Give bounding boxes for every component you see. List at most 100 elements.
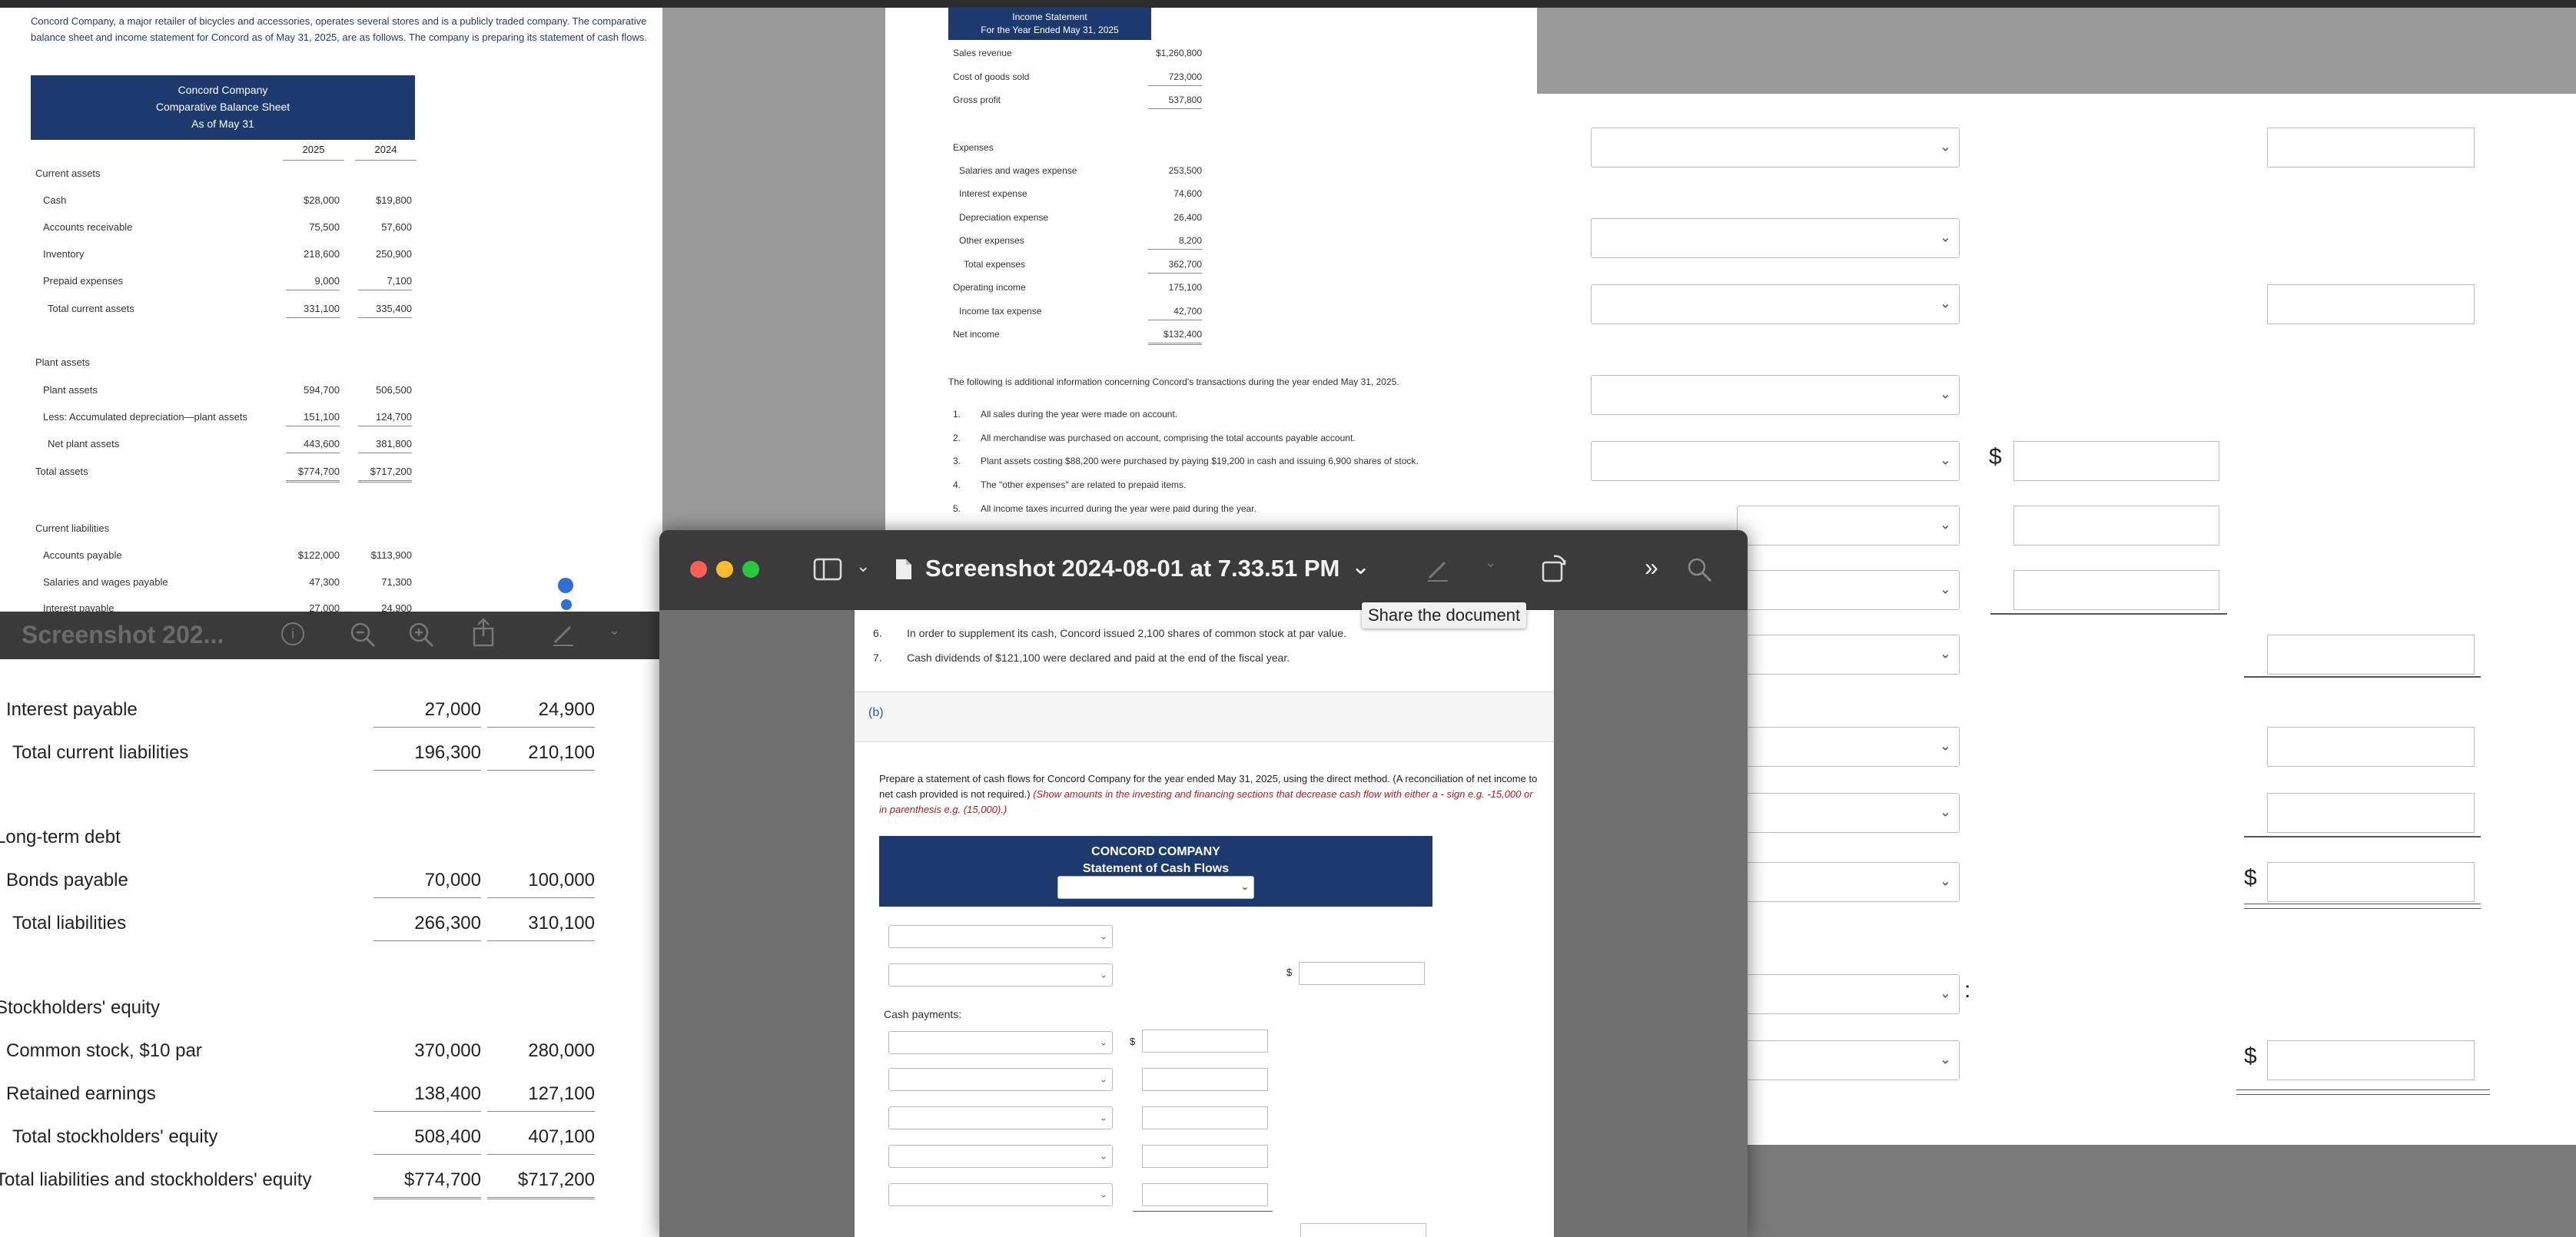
info-icon[interactable]: i	[281, 622, 304, 645]
period-select[interactable]: ⌄	[1057, 876, 1254, 899]
bs-value-2024: 381,800	[358, 438, 412, 453]
is-value: 253,500	[1168, 165, 1202, 176]
zoom-value-2024: 310,100	[487, 913, 595, 941]
window-titlebar: ⌄ Screenshot 2024-08-01 at 7.33.51 PM ⌄ …	[659, 530, 1748, 610]
amount-input[interactable]	[1299, 962, 1425, 985]
line-item-select[interactable]: ⌄	[888, 963, 1113, 987]
markup-icon[interactable]	[1425, 556, 1451, 582]
chevron-down-icon: ⌄	[1939, 738, 1951, 754]
amount-input[interactable]	[1142, 1068, 1268, 1091]
amount-input[interactable]	[1142, 1106, 1268, 1129]
zoom-value-2024: 100,000	[487, 870, 595, 898]
line-item-select[interactable]: ⌄	[1591, 375, 1960, 415]
line-item-select[interactable]: ⌄	[1737, 570, 1960, 610]
total-input[interactable]	[2267, 284, 2475, 324]
dollar-sign: $	[1286, 967, 1293, 978]
chevron-down-icon: ⌄	[1099, 1189, 1107, 1200]
chevron-down-icon: ⌄	[1099, 969, 1107, 980]
total-input[interactable]	[2267, 635, 2475, 675]
sidebar-icon[interactable]	[813, 558, 844, 581]
amount-input[interactable]	[1142, 1183, 1268, 1206]
cursor-handle-icon[interactable]	[558, 578, 573, 593]
amount-input[interactable]	[1142, 1030, 1268, 1053]
total-input[interactable]	[2267, 727, 2475, 767]
line-item-select[interactable]: ⌄	[1737, 862, 1960, 902]
zoom-out-icon[interactable]	[349, 621, 377, 648]
line-item-select[interactable]: ⌄	[888, 1106, 1113, 1129]
total-input[interactable]	[2267, 793, 2475, 833]
chevron-down-icon[interactable]: ⌄	[856, 556, 870, 576]
zoom-value-2025: 27,000	[373, 699, 481, 728]
total-input[interactable]	[2267, 1040, 2475, 1080]
note-number: 1.	[953, 409, 961, 420]
note-text: In order to supplement its cash, Concord…	[907, 627, 1346, 639]
bs-value-2024: 7,100	[358, 275, 412, 290]
bs-row-label: Prepaid expenses	[43, 275, 124, 287]
gray-margin	[662, 8, 885, 612]
markup-icon[interactable]	[550, 621, 576, 647]
bs-row-label: Total current assets	[48, 303, 134, 314]
zoom-value-2024: 280,000	[528, 1040, 595, 1061]
more-toolbar-icon[interactable]: »	[1645, 553, 1658, 582]
line-item-select[interactable]: ⌄	[1591, 218, 1960, 258]
line-item-select[interactable]: ⌄	[1591, 128, 1960, 167]
minimize-button[interactable]	[716, 561, 733, 578]
amount-input[interactable]	[2013, 506, 2219, 546]
bs-value-2024: $717,200	[358, 466, 412, 483]
line-item-select[interactable]: ⌄	[1737, 506, 1960, 546]
bs-value-2024: 24,900	[381, 602, 412, 612]
bs-row-label: Interest payable	[43, 602, 115, 612]
preview-window: ⌄ Screenshot 2024-08-01 at 7.33.51 PM ⌄ …	[659, 530, 1748, 1237]
line-item-select[interactable]: ⌄	[888, 1068, 1113, 1091]
col-2025: 2025	[283, 140, 344, 161]
amount-input[interactable]	[2013, 570, 2219, 610]
zoom-value-2025: $774,700	[373, 1169, 481, 1199]
line-item-select[interactable]: ⌄	[1737, 974, 1960, 1014]
chevron-down-icon[interactable]: ⌄	[609, 622, 620, 638]
col-2024: 2024	[355, 140, 417, 161]
zoom-in-icon[interactable]	[407, 621, 435, 648]
zoom-row-label: Stockholders' equity	[0, 997, 161, 1018]
line-item-select[interactable]: ⌄	[1737, 1040, 1960, 1080]
bs-title: Comparative Balance Sheet	[155, 101, 290, 113]
cursor-handle-icon[interactable]	[561, 599, 572, 610]
zoom-value-2024: 210,100	[487, 742, 595, 771]
income-statement-document: Income Statement For the Year Ended May …	[885, 8, 1537, 530]
zoom-value-2025: 370,000	[414, 1040, 481, 1061]
line-item-select[interactable]: ⌄	[888, 1145, 1113, 1168]
total-input[interactable]	[2267, 862, 2475, 902]
bs-value-2024: 506,500	[376, 384, 412, 396]
share-icon[interactable]	[470, 618, 496, 648]
line-item-select[interactable]: ⌄	[1591, 284, 1960, 324]
bs-value-2025: 9,000	[286, 275, 340, 290]
line-item-select[interactable]: ⌄	[1737, 793, 1960, 833]
note-number: 5.	[953, 503, 961, 514]
total-input[interactable]	[2267, 128, 2475, 167]
line-item-select[interactable]: ⌄	[888, 925, 1113, 948]
rotate-icon[interactable]	[1539, 553, 1569, 584]
close-button[interactable]	[690, 561, 707, 578]
is-row-label: Cost of goods sold	[953, 71, 1030, 82]
search-icon[interactable]	[1686, 556, 1714, 584]
line-item-select[interactable]: ⌄	[1591, 441, 1960, 481]
bs-company: Concord Company	[178, 84, 268, 96]
zoom-row-label: Total liabilities and stockholders' equi…	[0, 1169, 312, 1190]
amount-input[interactable]	[1300, 1223, 1426, 1237]
is-value: 26,400	[1173, 212, 1202, 223]
chevron-down-icon: ⌄	[1939, 138, 1951, 154]
preview-toolbar: Screenshot 202... i ⌄	[0, 612, 662, 659]
chevron-down-icon[interactable]: ⌄	[1485, 555, 1496, 571]
chevron-down-icon[interactable]: ⌄	[1351, 553, 1370, 580]
document-icon	[896, 559, 911, 579]
amount-input[interactable]	[2013, 441, 2219, 481]
bs-row-label: Less: Accumulated depreciation—plant ass…	[43, 411, 247, 423]
is-row-label: Gross profit	[953, 95, 1001, 105]
line-item-select[interactable]: ⌄	[888, 1183, 1113, 1206]
zoom-button[interactable]	[742, 561, 759, 578]
is-period: For the Year Ended May 31, 2025	[981, 25, 1119, 35]
zoom-value-2024: $717,200	[487, 1169, 595, 1199]
line-item-select[interactable]: ⌄	[1737, 635, 1960, 675]
line-item-select[interactable]: ⌄	[888, 1031, 1113, 1054]
amount-input[interactable]	[1142, 1145, 1268, 1168]
line-item-select[interactable]: ⌄	[1737, 727, 1960, 767]
